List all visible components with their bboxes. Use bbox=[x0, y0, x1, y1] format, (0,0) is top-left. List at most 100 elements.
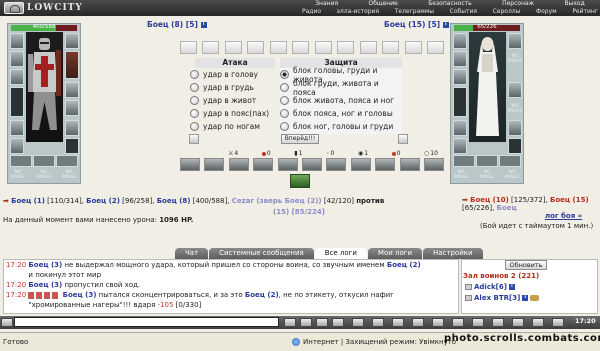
inventory-icon[interactable] bbox=[392, 318, 404, 327]
radio-button[interactable] bbox=[190, 70, 199, 79]
refresh-button[interactable]: Обновить bbox=[505, 260, 547, 270]
filter-icon[interactable] bbox=[332, 318, 344, 327]
radio-button[interactable] bbox=[190, 96, 199, 105]
armor-slot[interactable] bbox=[453, 120, 467, 136]
empty-slot[interactable] bbox=[314, 41, 332, 54]
shield-slot[interactable] bbox=[65, 51, 79, 79]
menu-item-forum[interactable]: Форум bbox=[534, 8, 559, 16]
spell-slot[interactable] bbox=[204, 158, 225, 171]
boots-slot[interactable] bbox=[508, 120, 522, 136]
tab-chat[interactable]: Чат bbox=[175, 248, 209, 259]
fighter-name[interactable]: Cezar (зверь Боец (2)) bbox=[232, 197, 322, 205]
radio-button[interactable] bbox=[280, 83, 289, 92]
spell-slot[interactable] bbox=[399, 158, 420, 171]
shield-icon[interactable] bbox=[398, 134, 408, 144]
info-icon[interactable]: i bbox=[522, 295, 529, 301]
send-icon[interactable] bbox=[284, 318, 296, 327]
menu-item-exit[interactable]: Выход bbox=[559, 0, 591, 8]
radio-button[interactable] bbox=[280, 122, 289, 131]
menu-icon[interactable] bbox=[1, 318, 13, 327]
pocket-slot-3[interactable] bbox=[499, 155, 521, 167]
ring2-slot[interactable] bbox=[65, 100, 79, 116]
settings-icon[interactable] bbox=[432, 318, 444, 327]
spell-slot[interactable] bbox=[277, 158, 298, 171]
radio-button[interactable] bbox=[280, 96, 289, 105]
chat-input[interactable] bbox=[14, 317, 279, 327]
radio-button[interactable] bbox=[190, 122, 199, 131]
fighter-name[interactable]: (15) [85/224] bbox=[273, 208, 325, 216]
spell-slot[interactable] bbox=[253, 158, 274, 171]
boots-slot[interactable] bbox=[65, 120, 79, 136]
sound-icon[interactable] bbox=[452, 318, 464, 327]
fighter-name[interactable]: Боец (2) bbox=[86, 197, 120, 205]
fighter-name[interactable]: Боец bbox=[497, 204, 517, 212]
tab-my-logs[interactable]: Мои логи bbox=[367, 248, 422, 259]
menu-item-communication[interactable]: Общение bbox=[363, 0, 404, 8]
empty-slot[interactable] bbox=[202, 41, 220, 54]
opponent-name[interactable]: Боец (15) [5] i bbox=[384, 20, 449, 29]
radio-icon[interactable] bbox=[472, 318, 484, 327]
defense-option-3[interactable]: блок живота, пояса и ног bbox=[280, 95, 394, 106]
spell-slot[interactable] bbox=[301, 158, 322, 171]
refresh-icon[interactable] bbox=[189, 134, 199, 144]
helmet-slot[interactable] bbox=[453, 33, 467, 49]
empty-slot[interactable] bbox=[292, 41, 310, 54]
group-icon[interactable] bbox=[372, 318, 384, 327]
room-member[interactable]: Adick[6] i bbox=[465, 283, 515, 291]
attack-option-legs[interactable]: удар по ногам bbox=[190, 121, 260, 132]
empty-slot[interactable] bbox=[269, 41, 287, 54]
special-spell-slot[interactable] bbox=[290, 174, 310, 188]
radio-button[interactable] bbox=[190, 83, 199, 92]
empty-slot[interactable] bbox=[382, 41, 400, 54]
tab-all-logs[interactable]: Все логи bbox=[314, 248, 367, 259]
info-icon[interactable]: i bbox=[200, 22, 207, 28]
fighter-name[interactable]: Боец (8) bbox=[157, 197, 191, 205]
attack-option-chest[interactable]: удар в грудь bbox=[190, 82, 254, 93]
amulet-slot[interactable] bbox=[10, 69, 24, 85]
weapon-slot[interactable] bbox=[10, 87, 24, 117]
clear-icon[interactable] bbox=[316, 318, 328, 327]
player-name[interactable]: Боец (8) [5] i bbox=[147, 20, 207, 29]
spell-slot[interactable] bbox=[423, 158, 444, 171]
message-target[interactable]: Боец (2) bbox=[387, 261, 421, 269]
spell-slot[interactable] bbox=[350, 158, 371, 171]
menu-item-rating[interactable]: Рейтинг bbox=[570, 8, 600, 16]
radio-button[interactable] bbox=[190, 109, 199, 118]
spell-slot[interactable] bbox=[180, 158, 200, 171]
message-author[interactable]: Боец (3) bbox=[63, 291, 97, 299]
pocket-slot-2[interactable] bbox=[33, 155, 55, 167]
member-name[interactable]: Adick[6] bbox=[474, 283, 507, 291]
radio-button[interactable] bbox=[280, 70, 289, 79]
empty-slot[interactable] bbox=[180, 41, 197, 54]
map-icon[interactable] bbox=[412, 318, 424, 327]
fighter-name[interactable]: Боец (10) bbox=[470, 196, 509, 204]
empty-slot[interactable] bbox=[426, 41, 444, 54]
menu-item-telegrams[interactable]: Телеграммы bbox=[393, 8, 436, 16]
message-target[interactable]: Боец (2) bbox=[245, 291, 279, 299]
belt-slot[interactable] bbox=[453, 138, 467, 154]
radio-button[interactable] bbox=[280, 109, 289, 118]
spell-slot[interactable] bbox=[228, 158, 249, 171]
gloves-slot[interactable] bbox=[508, 33, 522, 49]
legs-slot[interactable] bbox=[65, 138, 79, 154]
bag-icon[interactable] bbox=[532, 318, 544, 327]
spell-slot[interactable] bbox=[326, 158, 347, 171]
ring1-slot[interactable] bbox=[65, 82, 79, 98]
logo[interactable]: LOWCITY bbox=[4, 1, 88, 15]
message-author[interactable]: Боец (3) bbox=[28, 261, 62, 269]
pocket-slot-3[interactable] bbox=[56, 155, 78, 167]
fighter-name[interactable]: Боец (1) bbox=[11, 197, 45, 205]
ring1-slot[interactable] bbox=[508, 82, 522, 98]
member-name[interactable]: Alex BTR[3] bbox=[474, 294, 520, 302]
menu-item-knowledge[interactable]: Знания bbox=[309, 0, 344, 8]
tab-settings[interactable]: Настройки bbox=[423, 248, 483, 259]
defense-option-2[interactable]: блок груди, живота и пояса bbox=[280, 79, 402, 97]
chat-log[interactable]: 17:20 Боец (3) не выдержал мощного удара… bbox=[3, 259, 459, 314]
pocket-slot-1[interactable] bbox=[453, 155, 475, 167]
attack-option-head[interactable]: удар в голову bbox=[190, 69, 258, 80]
tab-system[interactable]: Системные сообщения bbox=[209, 248, 314, 259]
pocket-slot-1[interactable] bbox=[10, 155, 32, 167]
fighter-name[interactable]: Боец (15) bbox=[550, 196, 589, 204]
message-author[interactable]: Боец (3) bbox=[28, 281, 62, 289]
helmet-slot[interactable] bbox=[10, 33, 24, 49]
